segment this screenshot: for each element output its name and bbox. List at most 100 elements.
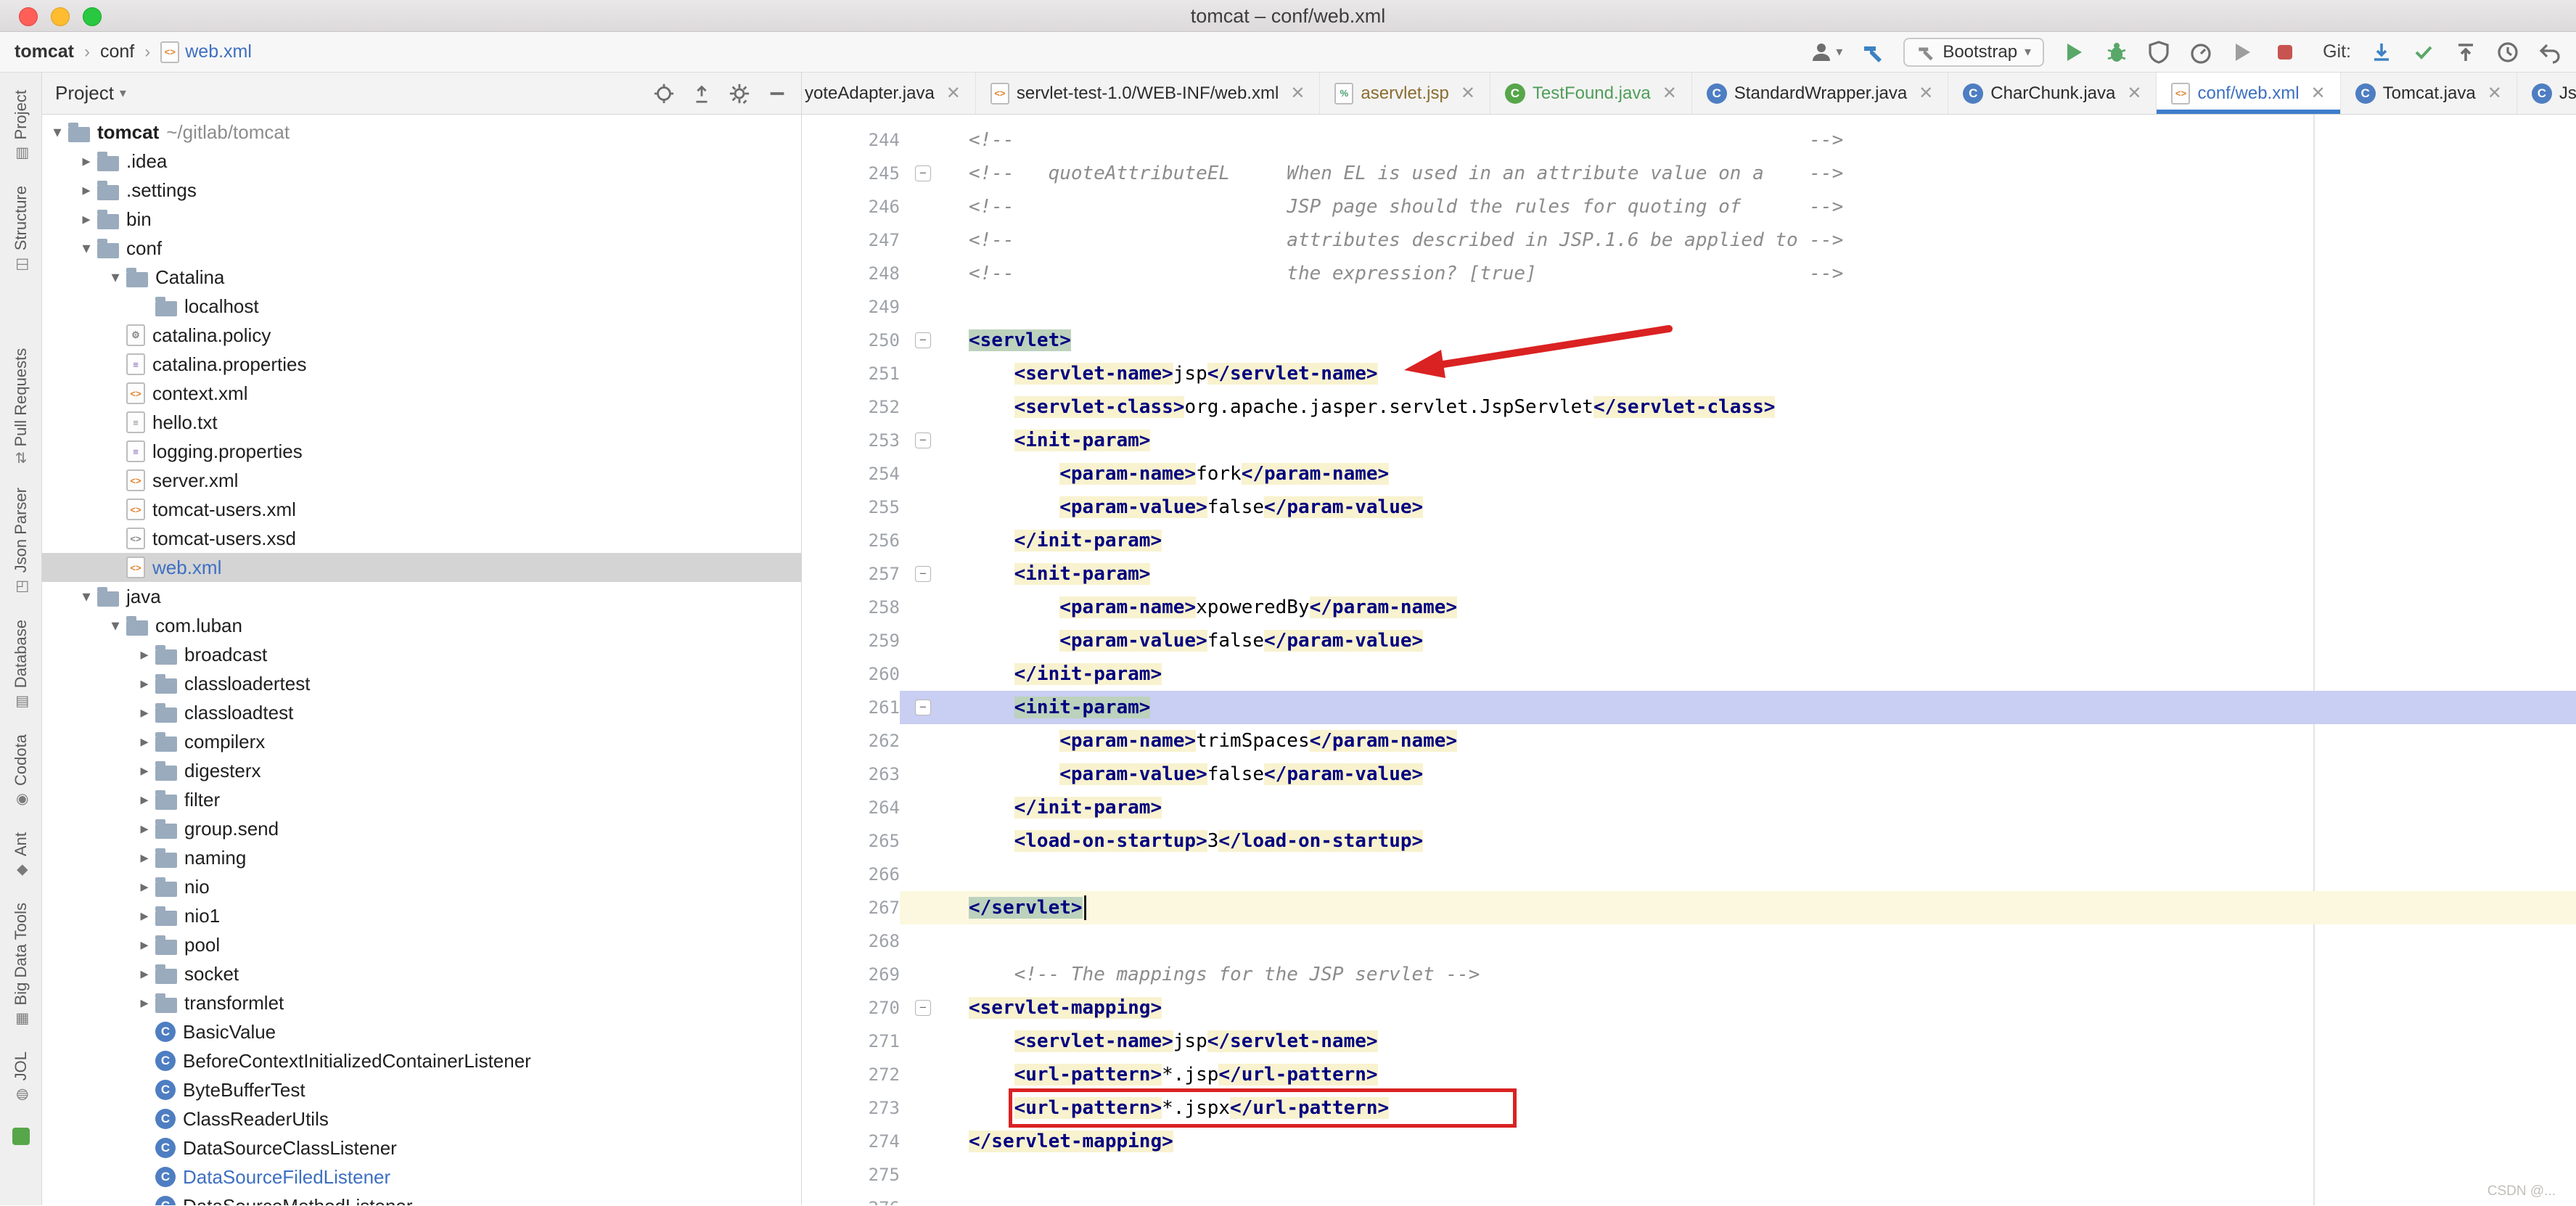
run-icon[interactable] [2063, 41, 2086, 64]
tab-close-icon[interactable]: ✕ [1662, 83, 1677, 104]
breadcrumb-item[interactable]: tomcat [15, 41, 74, 62]
tree-row[interactable]: ≡logging.properties [42, 437, 801, 466]
tree-row[interactable]: <>tomcat-users.xml [42, 495, 801, 524]
code-text[interactable]: <servlet-mapping> [946, 991, 2576, 1025]
tree-row[interactable]: ▾com.luban [42, 611, 801, 640]
tree-chevron-icon[interactable]: ▸ [134, 819, 155, 838]
tree-chevron-icon[interactable]: ▸ [134, 761, 155, 780]
fold-marker-icon[interactable]: − [915, 566, 931, 582]
tree-row[interactable]: ≡hello.txt [42, 408, 801, 437]
tab-close-icon[interactable]: ✕ [2311, 83, 2326, 104]
code-text[interactable]: <!-- JSP page should the rules for quoti… [946, 190, 2576, 223]
code-text[interactable]: <servlet> [946, 324, 2576, 357]
tab-close-icon[interactable]: ✕ [1919, 83, 1933, 104]
tab-close-icon[interactable]: ✕ [2487, 83, 2502, 104]
git-commit-icon[interactable] [2412, 41, 2435, 64]
code-text[interactable]: </init-param> [946, 791, 2576, 824]
tree-row[interactable]: ▾conf [42, 234, 801, 263]
code-text[interactable]: <load-on-startup>3</load-on-startup> [946, 824, 2576, 858]
tree-chevron-icon[interactable]: ▸ [134, 645, 155, 664]
tree-chevron-icon[interactable]: ▸ [134, 964, 155, 983]
code-text[interactable]: <!-- the expression? [true] --> [946, 257, 2576, 290]
history-icon[interactable] [2496, 41, 2519, 64]
tree-row[interactable]: ▸classloadtest [42, 698, 801, 727]
fold-marker-icon[interactable]: − [915, 432, 931, 448]
chevron-down-icon[interactable]: ▾ [120, 86, 126, 101]
tree-row[interactable]: ▸.idea [42, 147, 801, 176]
code-text[interactable]: <param-name>trimSpaces</param-name> [946, 724, 2576, 758]
code-text[interactable]: <servlet-name>jsp</servlet-name> [946, 357, 2576, 390]
navigate-back-icon[interactable] [2538, 41, 2561, 64]
stripe-button-ant[interactable]: ◆Ant [12, 832, 30, 879]
tree-row[interactable]: <>context.xml [42, 379, 801, 408]
tree-chevron-icon[interactable]: ▸ [75, 210, 97, 229]
tree-row[interactable]: CClassReaderUtils [42, 1104, 801, 1133]
stripe-button-project[interactable]: ▤Project [12, 90, 30, 163]
build-hammer-icon[interactable] [1861, 41, 1884, 64]
tree-chevron-icon[interactable]: ▸ [134, 674, 155, 693]
tree-row[interactable]: ▾Catalina [42, 263, 801, 292]
editor-tab[interactable]: %aservlet.jsp✕ [1320, 73, 1490, 114]
code-text[interactable] [946, 1158, 2576, 1191]
tree-row[interactable]: ▸pool [42, 930, 801, 959]
git-push-icon[interactable] [2454, 41, 2477, 64]
tree-row[interactable]: ▸transformlet [42, 988, 801, 1017]
tree-row[interactable]: <>server.xml [42, 466, 801, 495]
editor-tab[interactable]: yoteAdapter.java✕ [802, 73, 976, 114]
tree-row[interactable]: CDataSourceFiledListener [42, 1162, 801, 1191]
tree-row[interactable]: ▸socket [42, 959, 801, 988]
tree-chevron-icon[interactable]: ▸ [134, 877, 155, 896]
tab-close-icon[interactable]: ✕ [2127, 83, 2141, 104]
code-text[interactable]: <!-- --> [946, 123, 2576, 157]
code-text[interactable]: <!-- The mappings for the JSP servlet --… [946, 958, 2576, 991]
breadcrumb-item[interactable]: <>web.xml [160, 41, 252, 63]
code-text[interactable]: <!-- attributes described in JSP.1.6 be … [946, 223, 2576, 257]
tree-chevron-icon[interactable]: ▸ [75, 152, 97, 171]
tree-chevron-icon[interactable]: ▾ [75, 239, 97, 258]
tree-chevron-icon[interactable]: ▸ [134, 993, 155, 1012]
fold-marker-icon[interactable]: − [915, 165, 931, 181]
tree-row[interactable]: ▸.settings [42, 176, 801, 205]
fold-marker-icon[interactable]: − [915, 332, 931, 348]
code-text[interactable] [946, 1191, 2576, 1205]
code-text[interactable]: <param-name>fork</param-name> [946, 457, 2576, 491]
code-text[interactable]: <init-param> [946, 691, 2576, 724]
locate-file-icon[interactable] [653, 83, 675, 104]
editor-tab[interactable]: <>servlet-test-1.0/WEB-INF/web.xml✕ [976, 73, 1321, 114]
editor-tab[interactable]: CJspServlet.j✕ [2517, 73, 2576, 114]
code-text[interactable]: </servlet> [946, 891, 2576, 924]
code-text[interactable] [946, 924, 2576, 958]
tree-row[interactable]: ▸broadcast [42, 640, 801, 669]
stripe-button-json-parser[interactable]: ◳Json Parser [12, 488, 30, 596]
breadcrumb-item[interactable]: conf [100, 41, 134, 62]
code-text[interactable]: </init-param> [946, 524, 2576, 557]
editor-tab[interactable]: CTomcat.java✕ [2341, 73, 2517, 114]
tree-row[interactable]: ▸digesterx [42, 756, 801, 785]
tree-row[interactable]: CDataSourceClassListener [42, 1133, 801, 1162]
tree-chevron-icon[interactable]: ▸ [134, 732, 155, 751]
tree-row[interactable]: ▸bin [42, 205, 801, 234]
tree-chevron-icon[interactable]: ▾ [75, 587, 97, 606]
tree-chevron-icon[interactable]: ▾ [104, 268, 126, 287]
tab-close-icon[interactable]: ✕ [1290, 83, 1305, 104]
tree-row[interactable]: ▸naming [42, 843, 801, 872]
tree-row[interactable]: localhost [42, 292, 801, 321]
tree-row[interactable]: ⚙catalina.policy [42, 321, 801, 350]
tree-chevron-icon[interactable]: ▸ [134, 703, 155, 722]
fold-marker-icon[interactable]: − [915, 700, 931, 715]
debug-icon[interactable] [2105, 41, 2128, 64]
code-text[interactable] [946, 858, 2576, 891]
stripe-button-pull-requests[interactable]: ⇅Pull Requests [12, 348, 30, 465]
tab-close-icon[interactable]: ✕ [946, 83, 961, 104]
code-text[interactable]: </servlet-mapping> [946, 1125, 2576, 1158]
profiler-icon[interactable] [2189, 41, 2212, 64]
tree-row[interactable]: <>web.xml [42, 553, 801, 582]
tree-chevron-icon[interactable]: ▾ [104, 616, 126, 635]
collapse-all-icon[interactable] [691, 83, 713, 104]
tree-row[interactable]: ≡catalina.properties [42, 350, 801, 379]
tree-chevron-icon[interactable]: ▸ [134, 848, 155, 867]
code-text[interactable]: <param-value>false</param-value> [946, 491, 2576, 524]
coverage-icon[interactable] [2147, 41, 2170, 64]
editor-tab[interactable]: CCharChunk.java✕ [1948, 73, 2157, 114]
settings-gear-icon[interactable] [729, 83, 750, 104]
